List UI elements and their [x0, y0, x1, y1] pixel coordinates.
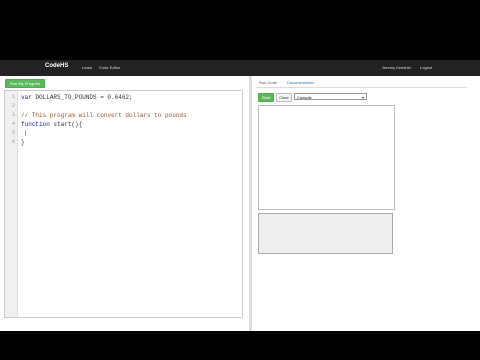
line-number-gutter: 1 2 3 4 5 6 — [5, 91, 18, 317]
output-mode-value: Console — [297, 95, 312, 100]
chevron-down-icon: ▾ — [361, 95, 364, 100]
editor-panel: Run My Program 1 2 3 4 5 6 var DOLLARS_T… — [0, 76, 248, 331]
code-line: } — [21, 139, 25, 146]
code-line: // This program will convert dollars to … — [21, 112, 187, 119]
line-number: 3 — [11, 112, 15, 118]
tab-documentation[interactable]: Documentation — [287, 80, 314, 85]
user-name[interactable]: Jeremy Keeshin — [382, 65, 411, 70]
run-my-program-button[interactable]: Run My Program — [5, 79, 45, 88]
top-navbar: CodeHS Learn Code Editor Jeremy Keeshin … — [0, 60, 480, 76]
code-comment: // This program will convert dollars to … — [21, 112, 187, 119]
code-keyword: function — [21, 121, 50, 128]
code-keyword: var — [21, 94, 32, 101]
nav-link-learn[interactable]: Learn — [82, 65, 92, 70]
line-number: 6 — [11, 139, 15, 145]
graphics-canvas[interactable] — [258, 105, 395, 210]
brand-logo[interactable]: CodeHS — [45, 63, 68, 69]
line-number: 5 — [11, 130, 15, 136]
code-line: function start(){ — [21, 121, 82, 128]
console-output[interactable] — [258, 213, 393, 254]
logout-link[interactable]: Logout — [420, 65, 432, 70]
clear-button[interactable]: Clear — [276, 93, 292, 102]
code-text: start(){ — [49, 121, 83, 128]
line-number: 4 — [11, 121, 15, 127]
code-editor[interactable]: 1 2 3 4 5 6 var DOLLARS_TO_POUNDS = 0.64… — [4, 90, 243, 318]
nav-link-code-editor[interactable]: Code Editor — [99, 65, 120, 70]
tab-divider — [257, 87, 467, 88]
start-button[interactable]: Start — [258, 93, 274, 102]
line-number: 1 — [11, 94, 15, 100]
output-mode-select[interactable]: Console ▾ — [294, 93, 367, 100]
codehs-app: CodeHS Learn Code Editor Jeremy Keeshin … — [0, 60, 480, 331]
code-line: var DOLLARS_TO_POUNDS = 0.6462; — [21, 94, 133, 101]
tab-run-code[interactable]: Run Code — [259, 80, 277, 85]
code-text: DOLLARS_TO_POUNDS = 0.6462; — [31, 94, 133, 101]
output-panel: Run Code Documentation Start Clear Conso… — [252, 76, 480, 331]
line-number: 2 — [11, 103, 15, 109]
text-cursor — [25, 130, 26, 136]
